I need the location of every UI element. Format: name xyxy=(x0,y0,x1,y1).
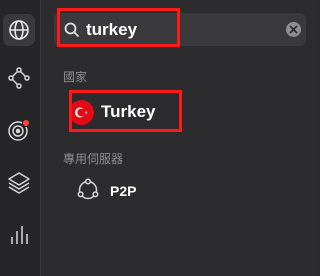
sidebar-item-split-tunneling[interactable] xyxy=(3,166,35,198)
sidebar-item-countries[interactable] xyxy=(3,14,35,46)
clear-search-icon[interactable] xyxy=(286,22,301,37)
sidebar-item-statistics[interactable] xyxy=(3,218,35,250)
sidebar xyxy=(0,0,41,276)
app-window: 國家 Turkey 專用伺服器 xyxy=(0,0,317,276)
network-icon xyxy=(7,66,31,90)
servers-section-label: 專用伺服器 xyxy=(63,152,124,166)
sidebar-item-threat-protection[interactable] xyxy=(3,114,35,146)
countries-section-label: 國家 xyxy=(63,70,88,84)
stats-icon xyxy=(8,222,30,246)
globe-icon xyxy=(8,19,30,41)
search-highlight-box xyxy=(57,8,180,47)
sidebar-item-network[interactable] xyxy=(3,62,35,94)
result-highlight-box xyxy=(69,90,182,132)
p2p-icon xyxy=(75,177,101,206)
server-name: P2P xyxy=(110,183,137,199)
radar-icon xyxy=(7,118,31,142)
search-panel: 國家 Turkey 專用伺服器 xyxy=(41,0,317,276)
layers-icon xyxy=(7,170,31,194)
server-result-p2p[interactable]: P2P xyxy=(75,176,136,206)
